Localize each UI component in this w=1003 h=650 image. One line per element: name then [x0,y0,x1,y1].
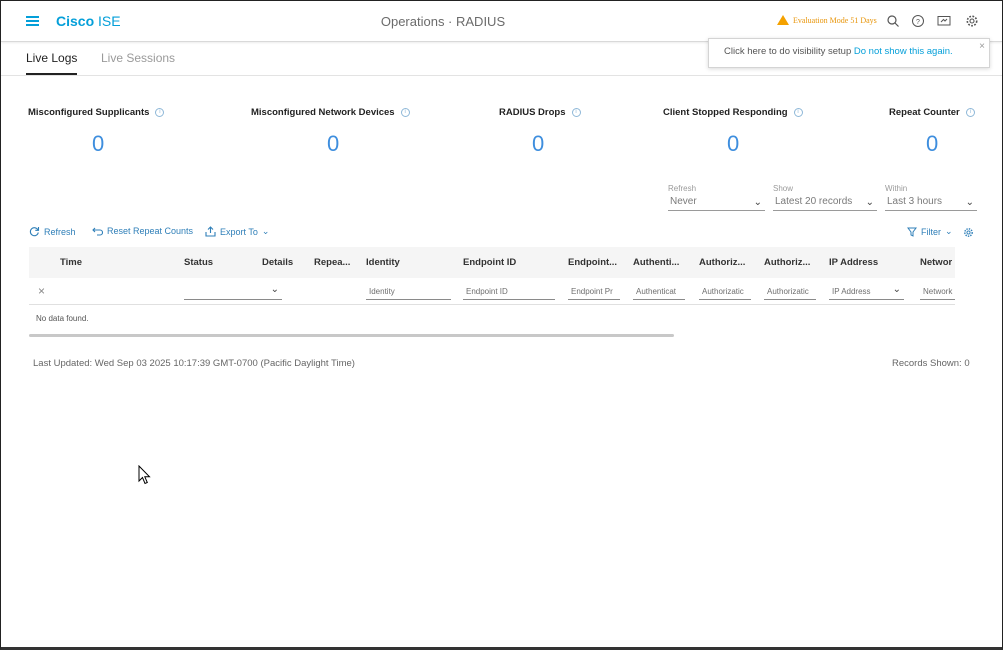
counter-radius-drops[interactable]: RADIUS Drops i 0 [499,107,581,156]
show-label: Show [773,184,794,193]
endpoint-id-filter-input[interactable]: Endpoint ID [463,283,555,300]
counter-client-stopped-responding[interactable]: Client Stopped Responding i 0 [663,107,803,156]
authorization-policy-filter-input[interactable]: Authorizatic [699,283,751,300]
table-settings-icon[interactable] [963,227,974,238]
info-icon[interactable]: i [571,108,581,117]
endpoint-profile-filter-input[interactable]: Endpoint Pr [568,283,620,300]
status-filter-select[interactable]: ⌄ [184,283,282,300]
within-value: Last 3 hours [887,196,943,207]
table-header-row: Time Status Details Repea... Identity En… [29,247,955,278]
ip-address-filter-value: IP Address [832,287,871,296]
counter-repeat-counter[interactable]: Repeat Counter i 0 [889,107,975,156]
svg-text:?: ? [916,19,920,26]
info-icon[interactable]: i [965,108,975,117]
counter-label: Repeat Counter [889,107,960,118]
authentication-filter-input[interactable]: Authenticat [633,283,685,300]
tab-live-sessions[interactable]: Live Sessions [101,51,175,73]
filter-button-label: Filter [921,226,941,237]
refresh-button-label: Refresh [44,226,76,237]
counter-label: Misconfigured Network Devices [251,107,395,118]
column-header-authorization-policy[interactable]: Authoriz... [699,257,745,268]
refresh-filter: Refresh Never ⌄ [668,184,765,211]
chevron-down-icon: ⌄ [865,197,874,208]
warning-icon [777,15,789,25]
column-header-repeat[interactable]: Repea... [314,257,350,268]
column-header-ip-address[interactable]: IP Address [829,257,878,268]
identity-filter-input[interactable]: Identity [366,283,451,300]
authorization-profiles-filter-input[interactable]: Authorizatic [764,283,816,300]
counter-value: 0 [532,131,545,156]
refresh-value: Never [670,196,697,207]
mouse-cursor-icon [138,465,151,485]
reset-repeat-counts-button[interactable]: Reset Repeat Counts [92,226,193,236]
counter-misconfigured-supplicants[interactable]: Misconfigured Supplicants i 0 [28,107,165,156]
reset-button-label: Reset Repeat Counts [107,226,194,236]
column-header-time[interactable]: Time [60,257,82,268]
counter-value: 0 [926,131,939,156]
counter-label: Misconfigured Supplicants [28,107,150,118]
counter-value: 0 [727,131,740,156]
horizontal-scrollbar[interactable] [29,334,674,337]
chevron-down-icon: ⌄ [261,226,270,236]
export-button-label: Export To [220,226,258,237]
within-label: Within [885,184,908,193]
empty-table-message: No data found. [36,314,89,323]
chevron-down-icon: ⌄ [965,197,974,208]
app-window: Cisco ISE Operations · RADIUS Evaluation… [0,0,1003,650]
export-icon [205,226,216,237]
show-value: Latest 20 records [775,196,853,207]
refresh-icon [29,227,40,237]
show-filter: Show Latest 20 records ⌄ [773,184,877,211]
within-filter: Within Last 3 hours ⌄ [885,184,977,211]
column-header-status[interactable]: Status [184,257,213,268]
filter-button[interactable]: Filter ⌄ [907,226,953,237]
last-updated-text: Last Updated: Wed Sep 03 2025 10:17:39 G… [33,358,355,369]
evaluation-text: Evaluation Mode 51 Days [793,15,877,25]
settings-icon[interactable] [965,14,979,28]
evaluation-banner[interactable]: Evaluation Mode 51 Days [777,15,877,25]
chevron-down-icon: ⌄ [753,197,762,208]
counter-label: RADIUS Drops [499,107,566,118]
column-header-network[interactable]: Networ [920,257,952,268]
network-filter-input[interactable]: Network [920,283,955,300]
refresh-select[interactable]: Never ⌄ [668,196,765,211]
help-icon[interactable]: ? [911,14,925,28]
tab-bar: Live Logs Live Sessions [1,43,1002,76]
column-header-endpoint-id[interactable]: Endpoint ID [463,257,516,268]
records-shown-text: Records Shown: 0 [892,358,970,369]
info-icon[interactable]: i [400,108,410,117]
reset-icon [92,227,103,236]
search-icon[interactable] [886,14,900,28]
within-select[interactable]: Last 3 hours ⌄ [885,196,977,211]
counter-label: Client Stopped Responding [663,107,788,118]
export-to-button[interactable]: Export To ⌄ [205,226,269,237]
tab-live-logs[interactable]: Live Logs [26,51,78,75]
notifications-icon[interactable] [937,14,951,28]
info-icon[interactable]: i [155,108,165,117]
column-header-identity[interactable]: Identity [366,257,400,268]
refresh-label: Refresh [668,184,697,193]
ip-address-filter-select[interactable]: IP Address ⌄ [829,283,904,300]
page-title: Operations · RADIUS [380,14,506,29]
chevron-down-icon: ⌄ [945,226,953,236]
table-filter-row: × ⌄ Identity Endpoint ID Endpoint Pr Aut… [29,278,955,305]
column-header-authentication[interactable]: Authenti... [633,257,679,268]
column-header-endpoint-profile[interactable]: Endpoint... [568,257,617,268]
live-logs-table: Time Status Details Repea... Identity En… [29,247,955,305]
show-select[interactable]: Latest 20 records ⌄ [773,196,877,211]
clear-filters-icon[interactable]: × [38,284,45,298]
chevron-down-icon: ⌄ [892,284,901,295]
chevron-down-icon: ⌄ [270,284,279,295]
info-icon[interactable]: i [793,108,803,117]
refresh-button[interactable]: Refresh [29,226,76,237]
filter-icon [907,227,917,237]
counter-value: 0 [327,131,340,156]
counter-value: 0 [92,131,105,156]
counter-misconfigured-network-devices[interactable]: Misconfigured Network Devices i 0 [251,107,410,156]
top-bar: Cisco ISE Operations · RADIUS Evaluation… [1,1,1002,42]
column-header-details[interactable]: Details [262,257,293,268]
column-header-authorization-profiles[interactable]: Authoriz... [764,257,810,268]
